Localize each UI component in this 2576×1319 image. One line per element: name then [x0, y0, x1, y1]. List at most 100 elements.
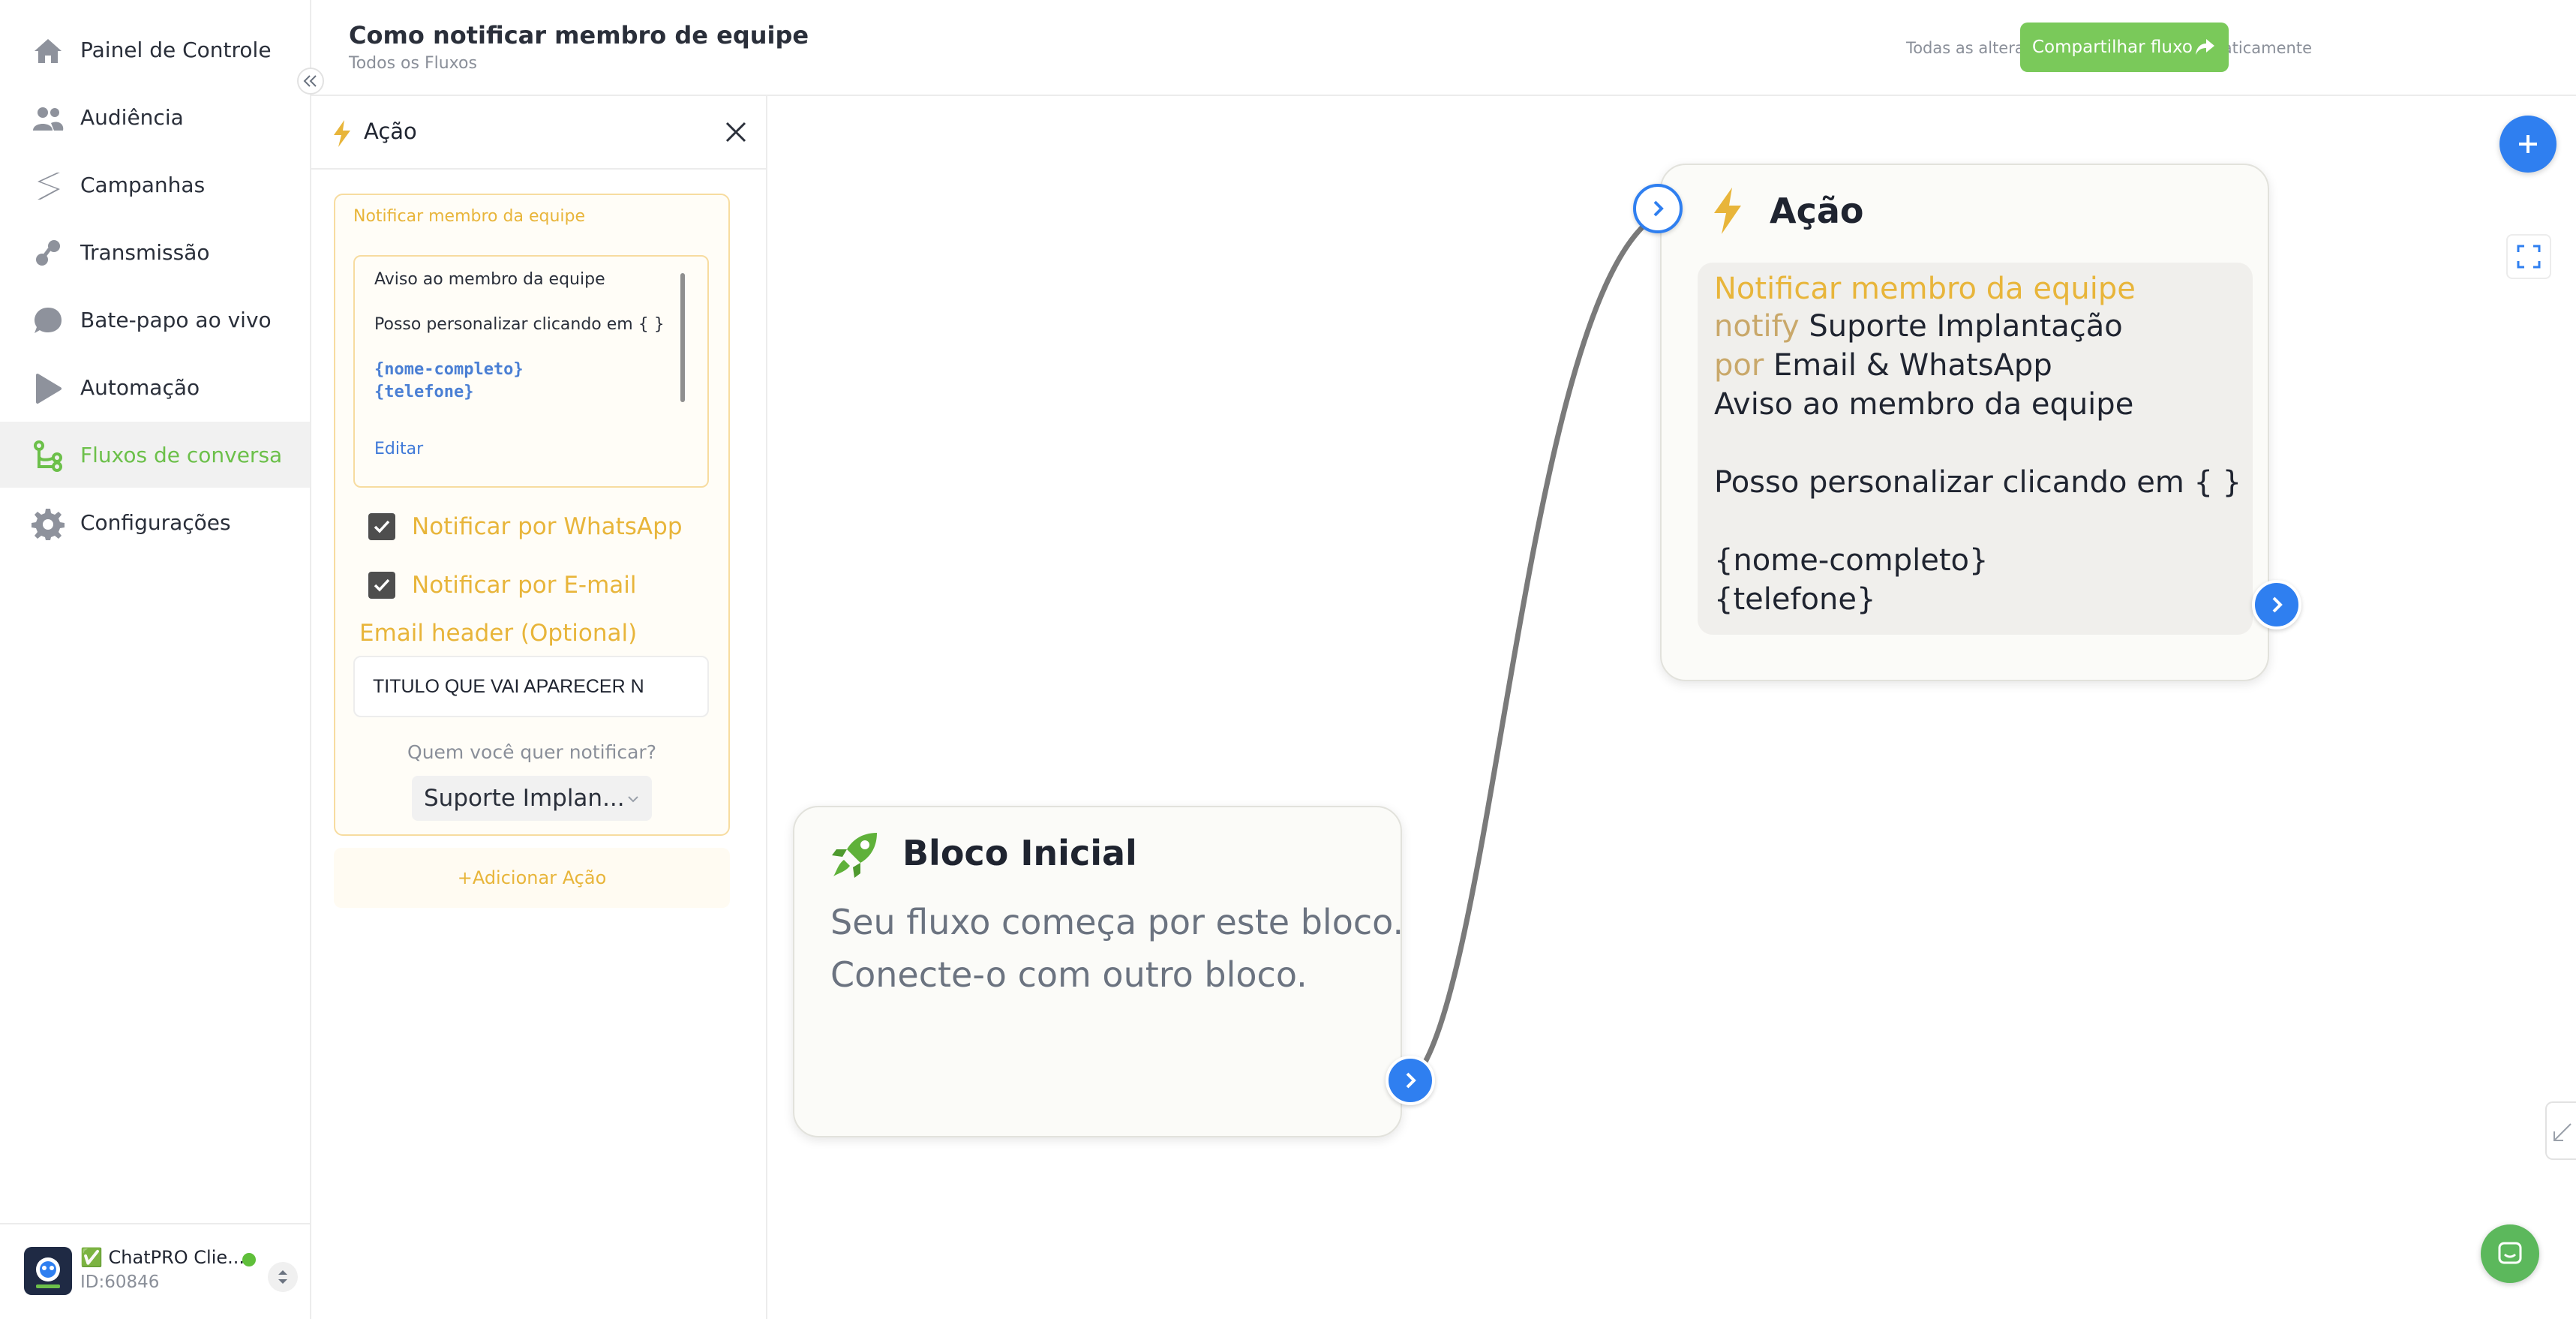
broadcast-icon: [36, 240, 60, 266]
via-channels: Email & WhatsApp: [1773, 348, 2052, 383]
chevron-down-icon: [628, 796, 638, 803]
chat-bubble-icon: [35, 308, 62, 333]
chevron-right-icon: [1653, 200, 1664, 217]
edit-message-link[interactable]: Editar: [374, 440, 423, 458]
page-title[interactable]: Como notificar membro de equipe: [349, 21, 809, 50]
chevron-right-icon: [1406, 1072, 1416, 1089]
start-block-description: Seu fluxo começa por este bloco.: [830, 902, 1404, 942]
campaign-icon: [38, 173, 60, 200]
sidebar-item-settings[interactable]: Configurações: [0, 489, 310, 555]
lightning-icon: [334, 120, 350, 147]
action-panel: Ação Notificar membro da equipe Aviso ao…: [311, 96, 767, 1319]
chevron-up-down-icon: [278, 1270, 287, 1284]
action-summary-notify: notify Suporte Implantação: [1714, 309, 2123, 344]
collapse-sidebar-button[interactable]: [297, 68, 324, 95]
notify-target: Suporte Implantação: [1809, 309, 2123, 344]
account-switcher[interactable]: ✅ ChatPRO Clie... ID:60846: [0, 1223, 310, 1319]
sidebar: Painel de Controle Audiência Campanhas T…: [0, 0, 311, 1319]
automation-icon: [36, 374, 62, 404]
sidebar-item-automation[interactable]: Automação: [0, 354, 310, 420]
action-summary-message: Aviso ao membro da equipe: [1714, 387, 2134, 422]
recipient-selected-value: Suporte Implan...: [424, 785, 625, 812]
sidebar-item-label: Bate-papo ao vivo: [80, 307, 272, 332]
sidebar-item-label: Audiência: [80, 104, 184, 130]
account-name: ✅ ChatPRO Clie...: [80, 1247, 245, 1268]
notify-email-option[interactable]: Notificar por E-mail: [368, 569, 637, 602]
action-summary-variable: {nome-completo}: [1714, 543, 1989, 578]
fullscreen-button[interactable]: [2506, 234, 2551, 279]
action-block-output-port[interactable]: [2252, 580, 2301, 629]
top-header: Como notificar membro de equipe Todos os…: [311, 0, 2576, 96]
gear-icon: [32, 509, 65, 540]
sidebar-item-label: Painel de Controle: [80, 37, 272, 62]
support-chat-widget[interactable]: [2481, 1224, 2539, 1283]
lightning-icon: [1714, 188, 1741, 234]
action-block-summary: Notificar membro da equipe notify Suport…: [1698, 263, 2253, 635]
sidebar-item-label: Automação: [80, 374, 200, 400]
share-arrow-icon: [2196, 39, 2214, 55]
flow-canvas[interactable]: Bloco Inicial Seu fluxo começa por este …: [767, 96, 2576, 1319]
panel-title: Ação: [364, 119, 417, 144]
action-summary-channels: por Email & WhatsApp: [1714, 348, 2052, 383]
action-block-node[interactable]: Ação Notificar membro da equipe notify S…: [1660, 164, 2269, 681]
start-block-node[interactable]: Bloco Inicial Seu fluxo começa por este …: [793, 806, 1404, 1137]
share-flow-label: Compartilhar fluxo: [2032, 38, 2193, 57]
flow-icon: [34, 440, 62, 472]
double-chevron-left-icon: [303, 75, 317, 87]
add-action-button[interactable]: +Adicionar Ação: [334, 848, 730, 908]
breadcrumb[interactable]: Todos os Fluxos: [349, 54, 477, 73]
notify-recipient-question: Quem você quer notificar?: [407, 741, 656, 763]
share-flow-button[interactable]: Compartilhar fluxo: [2020, 23, 2229, 72]
sidebar-item-campaigns[interactable]: Campanhas: [0, 152, 310, 218]
notify-email-checkbox[interactable]: [368, 572, 395, 599]
notify-whatsapp-checkbox[interactable]: [368, 513, 395, 540]
chatpro-logo-icon: [36, 1257, 60, 1288]
action-block-title: Ação: [1770, 191, 1864, 231]
message-scrollbar[interactable]: [680, 273, 685, 402]
email-header-input[interactable]: [353, 656, 709, 717]
side-panel-toggle[interactable]: [2545, 1101, 2576, 1160]
home-icon: [35, 39, 62, 63]
notify-prefix: notify: [1714, 309, 1800, 344]
account-id: ID:60846: [80, 1272, 160, 1292]
recipient-select[interactable]: Suporte Implan...: [412, 776, 652, 821]
message-line: Aviso ao membro da equipe: [374, 270, 605, 289]
add-block-button[interactable]: [2499, 116, 2556, 173]
start-block-title: Bloco Inicial: [902, 833, 1137, 873]
action-block-input-port[interactable]: [1633, 184, 1683, 233]
sidebar-item-label: Fluxos de conversa: [80, 442, 283, 467]
notify-email-label: Notificar por E-mail: [412, 572, 637, 599]
checkmark-icon: [374, 520, 390, 533]
rocket-icon: [832, 833, 877, 878]
checkmark-icon: [374, 578, 390, 592]
notify-whatsapp-label: Notificar por WhatsApp: [412, 513, 683, 540]
close-icon[interactable]: [722, 119, 749, 146]
sidebar-item-label: Campanhas: [80, 172, 206, 197]
action-summary-heading: Notificar membro da equipe: [1714, 272, 2136, 306]
sidebar-item-live-chat[interactable]: Bate-papo ao vivo: [0, 287, 310, 353]
sidebar-item-conversation-flows[interactable]: Fluxos de conversa: [0, 422, 310, 488]
account-avatar: [24, 1247, 72, 1295]
start-block-description: Conecte-o com outro bloco.: [830, 954, 1308, 995]
action-summary-message: Posso personalizar clicando em { }: [1714, 465, 2242, 500]
users-icon: [33, 107, 64, 131]
chevron-right-icon: [2272, 596, 2283, 613]
notification-message-box[interactable]: Aviso ao membro da equipe Posso personal…: [353, 255, 709, 488]
notify-whatsapp-option[interactable]: Notificar por WhatsApp: [368, 510, 683, 543]
message-icon: [2498, 1242, 2522, 1264]
account-switch-button[interactable]: [268, 1262, 298, 1292]
collapse-arrows-icon: [2553, 1123, 2571, 1141]
sidebar-item-label: Configurações: [80, 509, 231, 535]
card-heading: Notificar membro da equipe: [353, 207, 585, 226]
online-status-dot: [242, 1253, 256, 1266]
via-prefix: por: [1714, 348, 1764, 383]
sidebar-item-broadcast[interactable]: Transmissão: [0, 219, 310, 285]
message-variable: {nome-completo}: [374, 360, 524, 379]
message-line: Posso personalizar clicando em { }: [374, 315, 665, 334]
action-summary-variable: {telefone}: [1714, 582, 1876, 617]
plus-icon: [2519, 135, 2537, 153]
email-header-label: Email header (Optional): [359, 620, 638, 647]
sidebar-item-dashboard[interactable]: Painel de Controle: [0, 17, 310, 83]
start-block-output-port[interactable]: [1386, 1056, 1435, 1105]
sidebar-item-audience[interactable]: Audiência: [0, 84, 310, 150]
